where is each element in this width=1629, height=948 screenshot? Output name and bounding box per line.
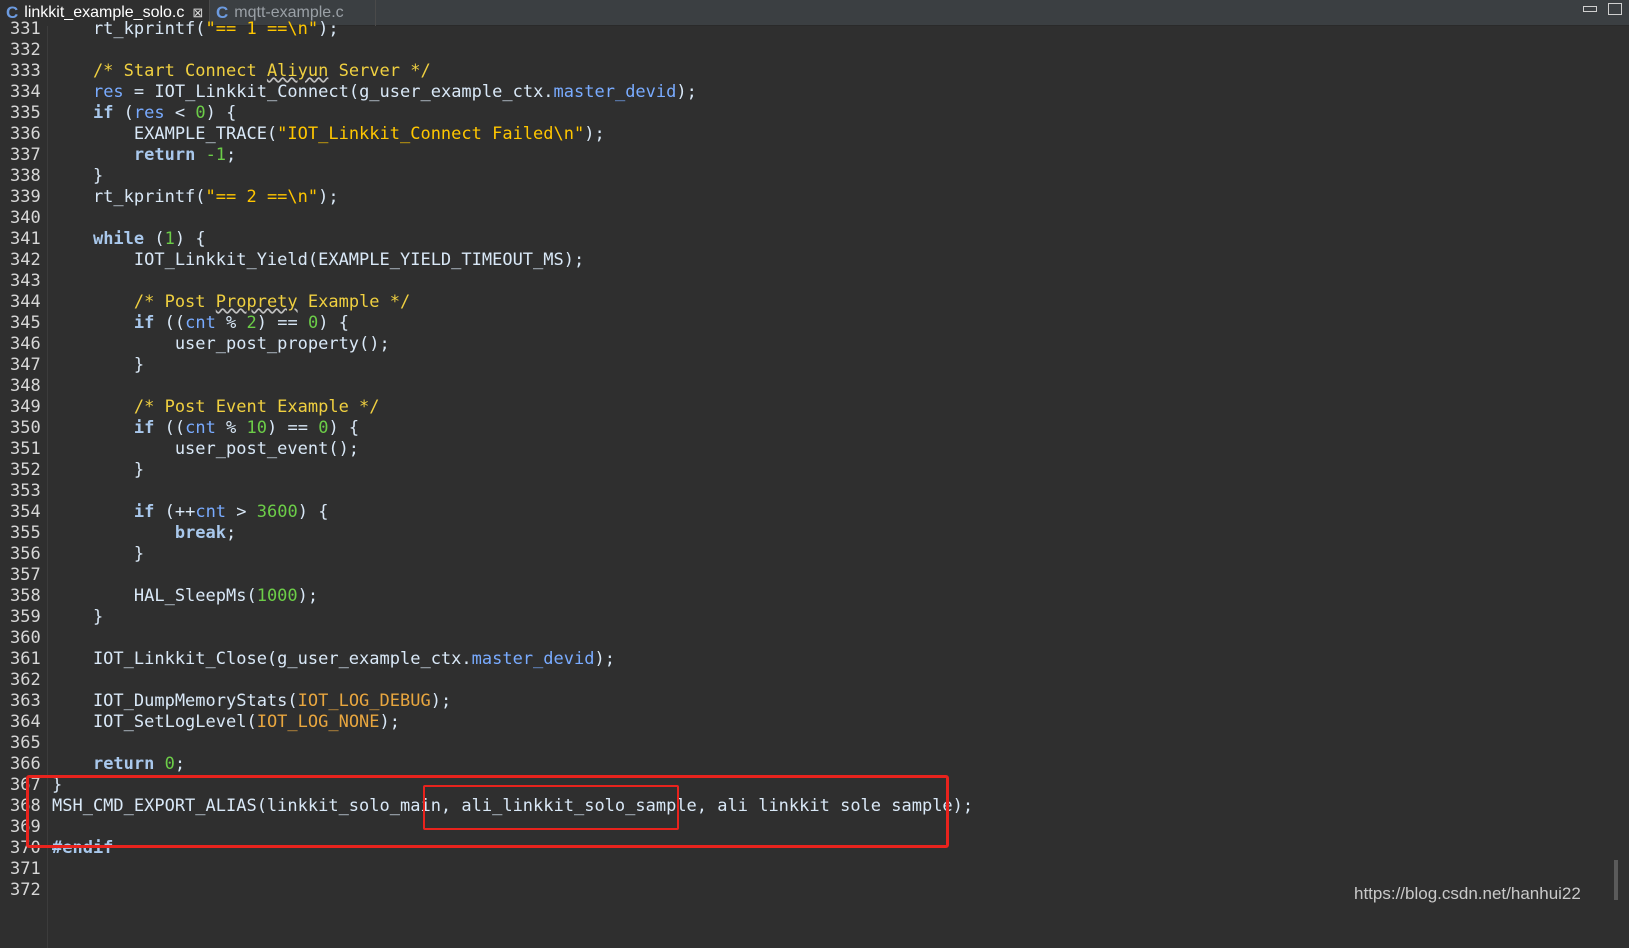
scrollbar-thumb[interactable]	[1614, 860, 1618, 900]
line-number: 363	[10, 691, 41, 711]
code-line: 348	[0, 375, 1580, 397]
code-line: 365	[0, 732, 1580, 754]
code-line: 350 if ((cnt % 10) == 0) {	[10, 418, 360, 438]
line-number: 331	[10, 19, 41, 39]
line-number: 352	[10, 460, 41, 480]
code-line: 340	[0, 207, 1580, 229]
line-number: 338	[10, 166, 41, 186]
line-number: 362	[10, 670, 41, 690]
code-line: 347 }	[10, 355, 145, 375]
code-line: 343	[0, 270, 1580, 292]
code-line: 345 if ((cnt % 2) == 0) {	[10, 313, 349, 333]
line-number: 337	[10, 145, 41, 165]
code-line: 358 HAL_SleepMs(1000);	[10, 586, 319, 606]
line-number: 357	[10, 565, 41, 585]
code-line: 341 while (1) {	[10, 229, 206, 249]
line-number: 332	[10, 40, 41, 60]
code-line: 346 user_post_property();	[10, 334, 390, 354]
line-number: 335	[10, 103, 41, 123]
line-number: 360	[10, 628, 41, 648]
highlight-box-inner	[423, 785, 679, 830]
line-number: 346	[10, 334, 41, 354]
code-line: 364 IOT_SetLogLevel(IOT_LOG_NONE);	[10, 712, 401, 732]
code-line: 332	[0, 39, 1580, 61]
line-number: 349	[10, 397, 41, 417]
code-line: 349 /* Post Event Example */	[10, 397, 380, 417]
code-line: 372	[0, 879, 1580, 901]
line-number: 345	[10, 313, 41, 333]
code-line: 355 break;	[10, 523, 237, 543]
line-number: 371	[10, 859, 41, 879]
code-line: 339 rt_kprintf("== 2 ==\n");	[10, 187, 339, 207]
code-line: 353	[0, 480, 1580, 502]
code-line: 333 /* Start Connect Aliyun Server */	[10, 61, 431, 81]
line-number: 340	[10, 208, 41, 228]
code-line: 354 if (++cnt > 3600) {	[10, 502, 329, 522]
line-number: 333	[10, 61, 41, 81]
line-number: 343	[10, 271, 41, 291]
code-line: 356 }	[10, 544, 145, 564]
minimize-icon[interactable]	[1583, 6, 1597, 12]
code-line: 337 return -1;	[10, 145, 237, 165]
line-number: 354	[10, 502, 41, 522]
line-number: 334	[10, 82, 41, 102]
code-line: 338 }	[10, 166, 104, 186]
code-line: 362	[0, 669, 1580, 691]
line-number: 347	[10, 355, 41, 375]
code-line: 357	[0, 564, 1580, 586]
code-line: 360	[0, 627, 1580, 649]
line-number: 358	[10, 586, 41, 606]
line-number: 341	[10, 229, 41, 249]
line-number: 344	[10, 292, 41, 312]
line-number: 351	[10, 439, 41, 459]
code-line: 335 if (res < 0) {	[10, 103, 237, 123]
line-number: 364	[10, 712, 41, 732]
line-number: 339	[10, 187, 41, 207]
code-line: 342 IOT_Linkkit_Yield(EXAMPLE_YIELD_TIME…	[10, 250, 585, 270]
line-number: 336	[10, 124, 41, 144]
code-line: 366 return 0;	[10, 754, 186, 774]
watermark: https://blog.csdn.net/hanhui22	[1354, 884, 1581, 903]
line-number: 366	[10, 754, 41, 774]
line-number: 350	[10, 418, 41, 438]
code-line: 344 /* Post Proprety Example */	[10, 292, 411, 312]
line-number: 355	[10, 523, 41, 543]
code-line: 361 IOT_Linkkit_Close(g_user_example_ctx…	[10, 649, 615, 669]
code-line: 359 }	[10, 607, 104, 627]
line-number: 372	[10, 880, 41, 900]
code-line: 352 }	[10, 460, 145, 480]
code-line: 336 EXAMPLE_TRACE("IOT_Linkkit_Connect F…	[10, 124, 605, 144]
line-number: 356	[10, 544, 41, 564]
line-number: 348	[10, 376, 41, 396]
line-number: 359	[10, 607, 41, 627]
code-line: 331 rt_kprintf("== 1 ==\n");	[10, 19, 339, 39]
code-line: 371	[0, 858, 1580, 880]
line-number: 361	[10, 649, 41, 669]
line-number: 365	[10, 733, 41, 753]
line-number: 353	[10, 481, 41, 501]
maximize-icon[interactable]	[1608, 3, 1622, 15]
line-number: 342	[10, 250, 41, 270]
code-line: 363 IOT_DumpMemoryStats(IOT_LOG_DEBUG);	[10, 691, 452, 711]
code-line: 351 user_post_event();	[10, 439, 360, 459]
code-line: 334 res = IOT_Linkkit_Connect(g_user_exa…	[10, 82, 697, 102]
